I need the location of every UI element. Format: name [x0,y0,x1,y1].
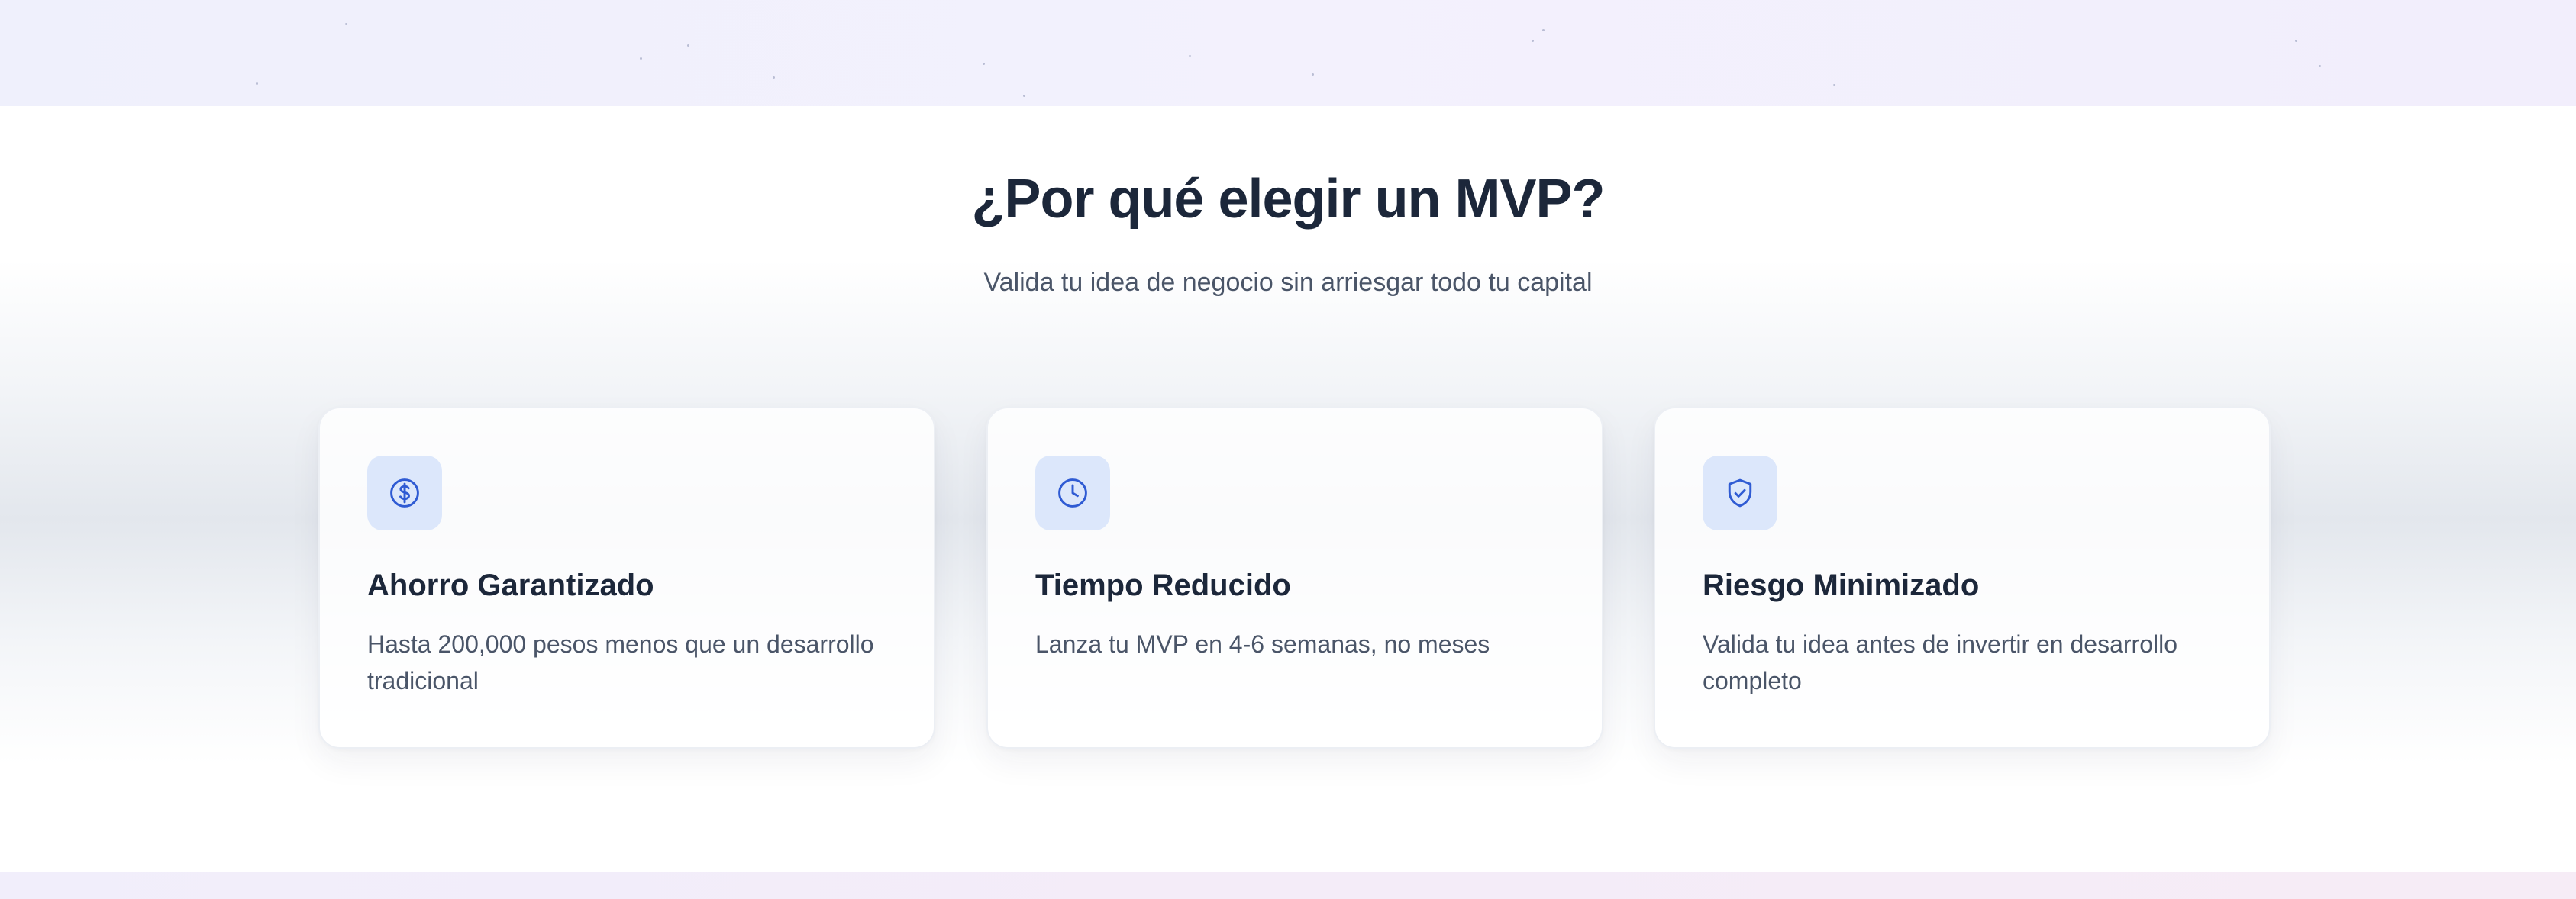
feature-title: Ahorro Garantizado [367,569,654,602]
star-dot [1189,55,1191,57]
section-subtitle: Valida tu idea de negocio sin arriesgar … [983,268,1593,297]
star-dot [640,57,642,60]
star-dot [256,82,258,85]
star-dot [1833,84,1835,86]
feature-card-risk: Riesgo Minimizado Valida tu idea antes d… [1654,407,2271,749]
star-dot [1532,40,1534,42]
star-dot [1312,73,1314,76]
clock-icon [1035,456,1110,530]
feature-title: Riesgo Minimizado [1703,569,1980,602]
star-dot [2319,65,2321,67]
star-dot [345,23,347,25]
feature-description: Valida tu idea antes de invertir en desa… [1703,630,2177,694]
star-dot [983,63,985,65]
star-dot [687,44,689,47]
star-dot [1023,95,1025,97]
section-title: ¿Por qué elegir un MVP? [971,169,1605,230]
star-dot [2295,40,2297,42]
dollar-circle-icon [367,456,442,530]
star-dot [1542,29,1545,31]
shield-check-icon [1703,456,1777,530]
bottom-decorative-band [0,872,2576,899]
feature-card-savings: Ahorro Garantizado Hasta 200,000 pesos m… [318,407,935,749]
feature-description: Hasta 200,000 pesos menos que un desarro… [367,630,874,694]
feature-description: Lanza tu MVP en 4-6 semanas, no meses [1035,630,1490,658]
top-decorative-band [0,0,2576,106]
feature-title: Tiempo Reducido [1035,569,1291,602]
star-dot [773,76,775,79]
feature-card-time: Tiempo Reducido Lanza tu MVP en 4-6 sema… [986,407,1603,749]
